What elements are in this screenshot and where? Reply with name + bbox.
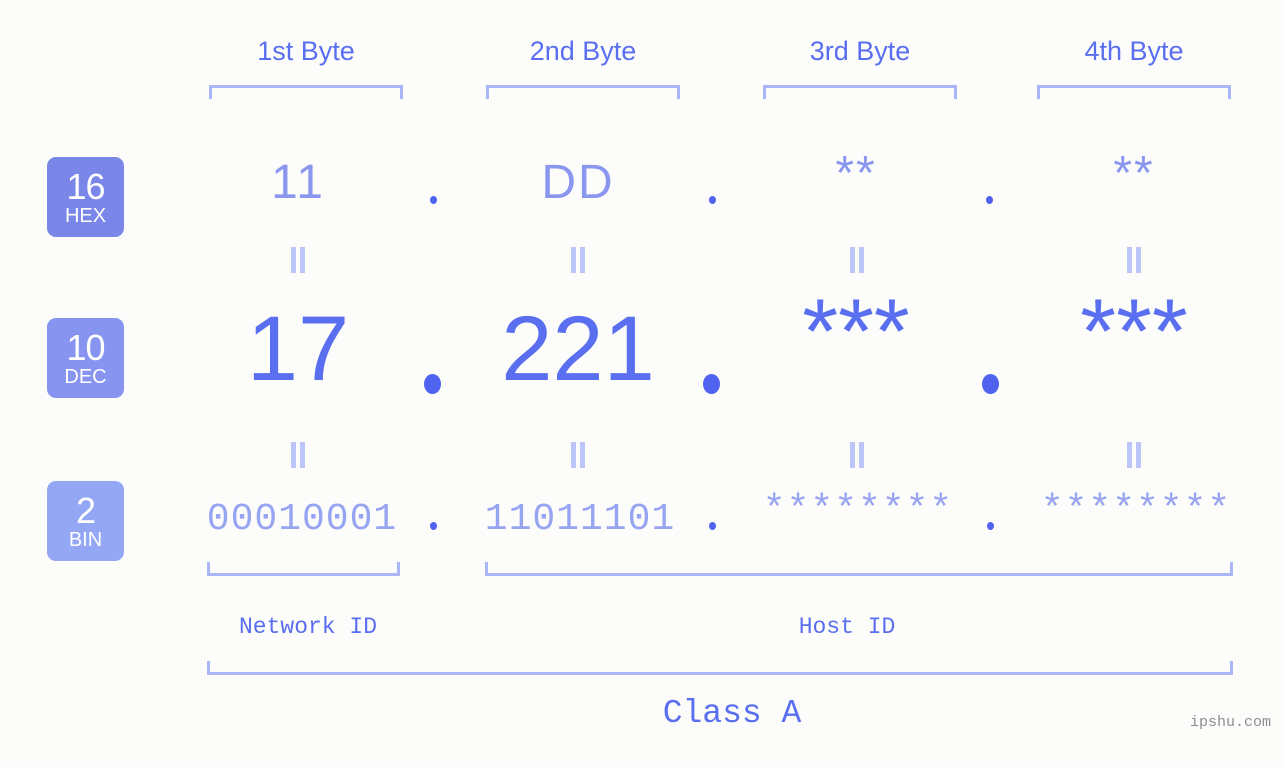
equals-mark-dec-bin-1 [290, 442, 306, 468]
hex-separator-dot-3 [986, 196, 993, 204]
radix-badge-dec-name: DEC [64, 365, 107, 388]
byte-header-3: 3rd Byte [809, 36, 911, 66]
dec-byte-1-value: 17 [246, 298, 350, 400]
dec-byte-3-value: *** [802, 281, 910, 383]
bin-byte-1-value: 00010001 [206, 498, 398, 541]
dec-separator-dot-2 [703, 374, 720, 394]
bin-separator-dot-3 [987, 522, 994, 530]
bin-byte-4-value: ******** [1040, 489, 1232, 532]
dec-byte-4-value: *** [1080, 281, 1188, 383]
bin-byte-3-value: ******** [762, 489, 954, 532]
hex-separator-dot-1 [430, 196, 437, 204]
equals-mark-hex-dec-4 [1126, 247, 1142, 273]
host-id-label: Host ID [798, 614, 896, 640]
equals-mark-dec-bin-2 [570, 442, 586, 468]
equals-mark-hex-dec-3 [849, 247, 865, 273]
bin-separator-dot-1 [430, 522, 437, 530]
byte-header-2: 2nd Byte [529, 36, 637, 66]
equals-mark-hex-dec-2 [570, 247, 586, 273]
dec-byte-2-value: 221 [501, 298, 655, 400]
byte-bracket-1 [209, 85, 403, 99]
radix-badge-bin: 2 BIN [47, 481, 124, 561]
radix-badge-bin-name: BIN [68, 528, 103, 551]
byte-header-1: 1st Byte [257, 36, 355, 66]
dec-separator-dot-1 [424, 374, 441, 394]
network-id-label: Network ID [238, 614, 378, 640]
byte-header-4: 4th Byte [1084, 36, 1184, 66]
equals-mark-dec-bin-3 [849, 442, 865, 468]
bin-byte-2-value: 11011101 [484, 498, 676, 541]
site-watermark: ipshu.com [1189, 714, 1271, 731]
network-id-bracket [207, 562, 400, 576]
equals-mark-dec-bin-4 [1126, 442, 1142, 468]
byte-bracket-4 [1037, 85, 1231, 99]
hex-separator-dot-2 [709, 196, 716, 204]
radix-badge-hex: 16 HEX [47, 157, 124, 237]
ip-address-breakdown-diagram: 1st Byte 2nd Byte 3rd Byte 4th Byte 16 H… [0, 0, 1285, 767]
radix-badge-bin-number: 2 [75, 489, 96, 531]
class-bracket [207, 661, 1233, 675]
equals-mark-hex-dec-1 [290, 247, 306, 273]
host-id-bracket [485, 562, 1233, 576]
byte-bracket-2 [486, 85, 680, 99]
radix-badge-dec-number: 10 [66, 326, 105, 368]
bin-separator-dot-2 [709, 522, 716, 530]
radix-badge-hex-number: 16 [66, 165, 105, 207]
hex-byte-4-value: ** [1113, 147, 1155, 200]
radix-badge-hex-name: HEX [64, 204, 107, 227]
byte-bracket-3 [763, 85, 957, 99]
radix-badge-dec: 10 DEC [47, 318, 124, 398]
hex-byte-1-value: 11 [271, 156, 325, 209]
class-label: Class A [662, 695, 802, 732]
hex-byte-2-value: DD [541, 156, 615, 209]
dec-separator-dot-3 [982, 374, 999, 394]
hex-byte-3-value: ** [835, 147, 877, 200]
